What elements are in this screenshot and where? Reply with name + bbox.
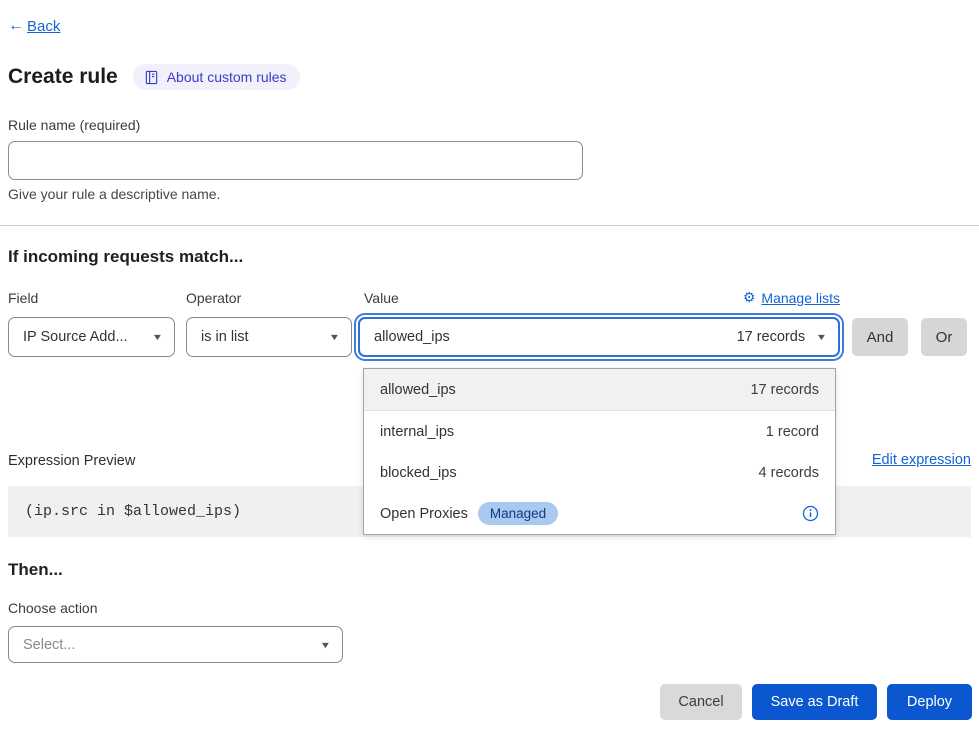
dropdown-option-allowed-ips[interactable]: allowed_ips 17 records — [364, 369, 835, 411]
title-row: Create rule About custom rules — [8, 64, 300, 90]
cancel-button[interactable]: Cancel — [660, 684, 742, 720]
value-select-meta: 17 records — [737, 329, 806, 345]
action-select[interactable]: Select... ▼ — [8, 626, 343, 663]
operator-select-value: is in list — [201, 329, 249, 345]
chevron-down-icon: ▼ — [320, 640, 332, 650]
page-title: Create rule — [8, 65, 118, 89]
value-select[interactable]: allowed_ips 17 records ▼ — [358, 317, 840, 357]
back-link[interactable]: ← Back — [8, 17, 60, 35]
manage-lists-link[interactable]: ⚙ Manage lists — [743, 289, 840, 306]
field-label: Field — [8, 290, 38, 306]
then-section-heading: Then... — [8, 560, 63, 580]
choose-action-label: Choose action — [8, 600, 98, 616]
option-name: Open Proxies — [380, 506, 468, 522]
create-rule-page: ← Back Create rule About custom rules Ru… — [0, 0, 979, 739]
expression-code: (ip.src in $allowed_ips) — [25, 503, 241, 520]
book-icon — [144, 70, 159, 85]
chevron-down-icon: ▼ — [816, 332, 828, 342]
info-icon[interactable] — [802, 505, 819, 522]
arrow-left-icon: ← — [8, 17, 24, 35]
and-button[interactable]: And — [852, 318, 908, 356]
section-divider — [0, 225, 979, 226]
option-name: allowed_ips — [380, 382, 456, 398]
about-custom-rules-link[interactable]: About custom rules — [133, 64, 300, 90]
option-record-count: 4 records — [759, 465, 819, 481]
dropdown-option-open-proxies[interactable]: Open Proxies Managed — [364, 493, 835, 534]
rule-name-input[interactable] — [8, 141, 583, 180]
manage-lists-label: Manage lists — [761, 290, 840, 306]
or-button[interactable]: Or — [921, 318, 967, 356]
edit-expression-link[interactable]: Edit expression — [872, 452, 971, 468]
value-select-name: allowed_ips — [374, 329, 450, 345]
option-record-count: 17 records — [750, 382, 819, 398]
operator-label: Operator — [186, 290, 241, 306]
option-name: internal_ips — [380, 424, 454, 440]
option-name: blocked_ips — [380, 465, 457, 481]
value-label: Value — [364, 290, 399, 306]
dropdown-option-internal-ips[interactable]: internal_ips 1 record — [364, 411, 835, 452]
chevron-down-icon: ▼ — [329, 332, 341, 342]
action-select-placeholder: Select... — [23, 637, 75, 653]
managed-badge: Managed — [478, 502, 558, 525]
field-select-value: IP Source Add... — [23, 329, 128, 345]
chevron-down-icon: ▼ — [152, 332, 164, 342]
rule-name-helper-text: Give your rule a descriptive name. — [8, 186, 220, 202]
match-section-heading: If incoming requests match... — [8, 247, 243, 267]
expression-preview-label: Expression Preview — [8, 453, 135, 469]
dropdown-option-blocked-ips[interactable]: blocked_ips 4 records — [364, 452, 835, 493]
back-link-label: Back — [27, 18, 60, 35]
about-custom-rules-label: About custom rules — [167, 69, 287, 85]
rule-name-label: Rule name (required) — [8, 117, 140, 133]
option-record-count: 1 record — [766, 424, 819, 440]
deploy-button[interactable]: Deploy — [887, 684, 972, 720]
operator-select[interactable]: is in list ▼ — [186, 317, 352, 357]
save-as-draft-button[interactable]: Save as Draft — [752, 684, 877, 720]
gear-icon: ⚙ — [743, 289, 756, 306]
list-dropdown-menu: allowed_ips 17 records internal_ips 1 re… — [363, 368, 836, 535]
field-select[interactable]: IP Source Add... ▼ — [8, 317, 175, 357]
